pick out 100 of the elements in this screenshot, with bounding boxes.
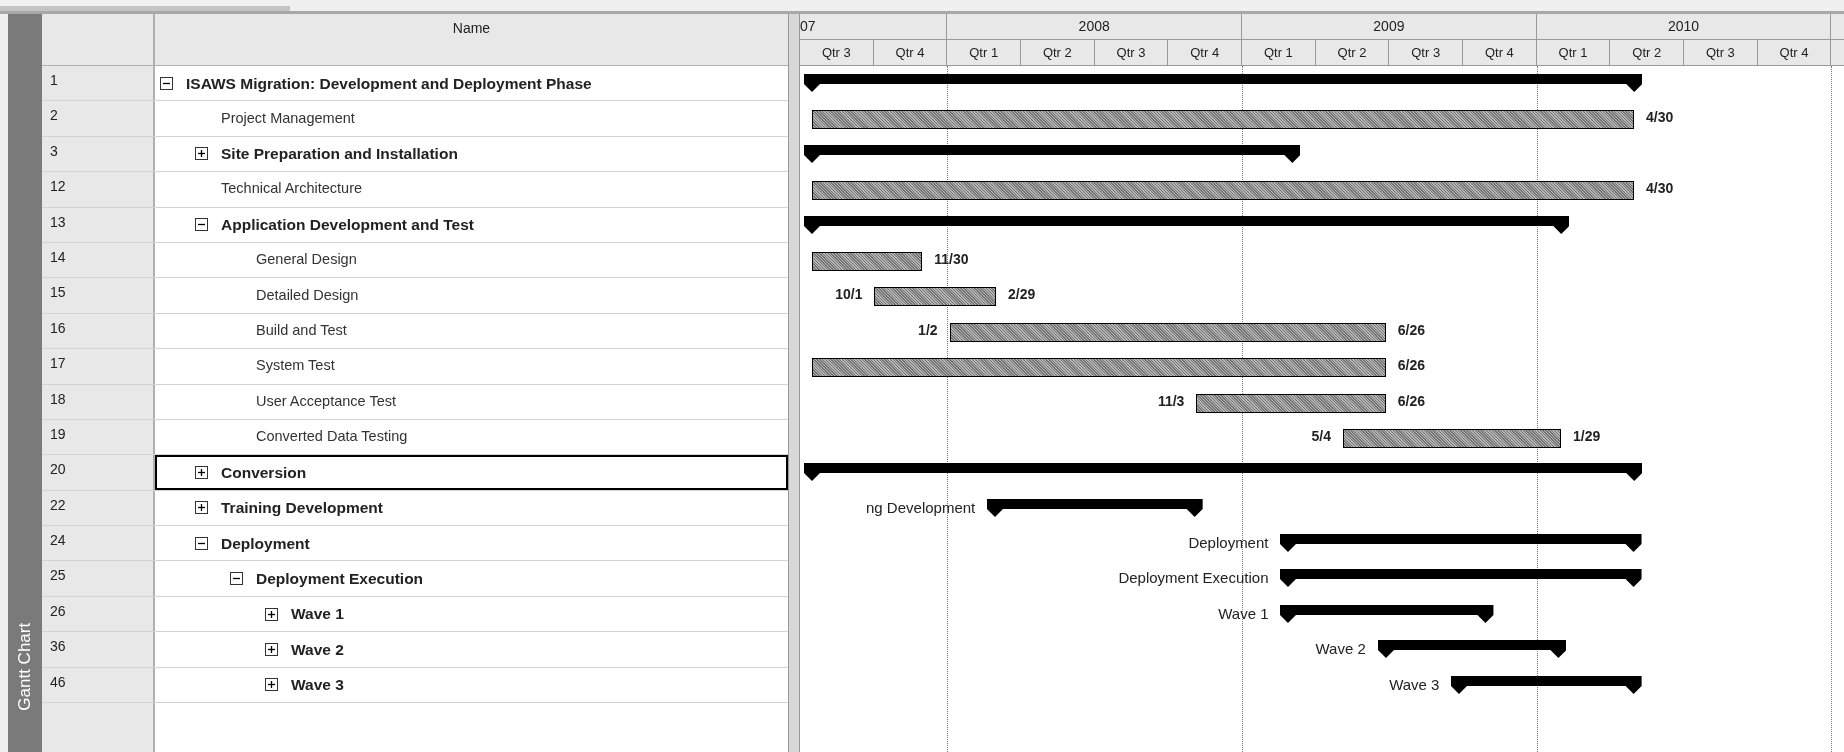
task-bar[interactable] bbox=[811, 251, 923, 271]
task-name-cell[interactable]: Training Development bbox=[155, 490, 788, 526]
row-id[interactable]: 19 bbox=[42, 419, 155, 455]
year-header: 2010 bbox=[1536, 14, 1832, 39]
expand-icon[interactable] bbox=[265, 607, 278, 621]
row-id[interactable]: 14 bbox=[42, 242, 155, 278]
task-name: Wave 1 bbox=[291, 604, 344, 625]
row-id[interactable]: 16 bbox=[42, 313, 155, 349]
collapse-icon[interactable] bbox=[230, 572, 243, 586]
task-bar[interactable] bbox=[949, 322, 1386, 342]
task-bar[interactable] bbox=[811, 110, 1634, 130]
task-name: Conversion bbox=[221, 462, 307, 483]
finish-date-label: 6/26 bbox=[1397, 356, 1425, 376]
row-id[interactable]: 18 bbox=[42, 384, 155, 419]
task-name-cell[interactable]: Wave 3 bbox=[155, 667, 788, 703]
quarter-header: Qtr 1 bbox=[1536, 39, 1611, 65]
task-name: Deployment Execution bbox=[256, 569, 424, 590]
quarter-header: Qtr 2 bbox=[1021, 39, 1095, 65]
row-id[interactable]: 24 bbox=[42, 526, 155, 561]
task-name-cell[interactable]: Detailed Design bbox=[155, 278, 788, 313]
task-bar[interactable] bbox=[811, 181, 1634, 201]
task-name: Deployment bbox=[221, 533, 310, 554]
quarter-header: Qtr 4 bbox=[1168, 39, 1243, 65]
task-name: Build and Test bbox=[256, 321, 347, 341]
collapse-icon[interactable] bbox=[195, 218, 208, 232]
row-id[interactable]: 20 bbox=[42, 455, 155, 490]
task-name-cell[interactable]: Project Management bbox=[155, 101, 788, 136]
task-name-cell[interactable]: ISAWS Migration: Development and Deployment Phase bbox=[155, 66, 788, 101]
bar-name-label: Wave 3 bbox=[1389, 674, 1440, 695]
task-name-cell[interactable]: Build and Test bbox=[155, 313, 788, 349]
task-name-cell[interactable]: Conversion bbox=[155, 455, 788, 490]
row-id[interactable]: 46 bbox=[42, 667, 155, 703]
expand-icon[interactable] bbox=[195, 466, 208, 479]
row-id[interactable]: 22 bbox=[42, 490, 155, 526]
column-header[interactable]: Name bbox=[155, 14, 788, 65]
view-bar[interactable]: Gantt Chart bbox=[8, 14, 42, 752]
row-id[interactable]: 25 bbox=[42, 561, 155, 596]
bar-name-label: Deployment bbox=[1188, 533, 1269, 554]
task-name-cell[interactable]: Wave 1 bbox=[155, 596, 788, 632]
finish-date-label: 2/29 bbox=[1007, 285, 1036, 305]
year-header: 2009 bbox=[1242, 14, 1537, 39]
row-id[interactable]: 15 bbox=[42, 278, 155, 313]
bar-name-label: Wave 1 bbox=[1218, 603, 1269, 624]
expand-icon[interactable] bbox=[265, 642, 278, 656]
task-name: Training Development bbox=[221, 498, 383, 519]
task-bar[interactable] bbox=[874, 287, 996, 307]
finish-date-label: 11/30 bbox=[934, 249, 969, 269]
row-id[interactable]: 2 bbox=[42, 101, 155, 136]
bar-name-label: ng Development bbox=[866, 497, 976, 518]
quarter-header: Qtr 4 bbox=[1463, 39, 1537, 65]
collapse-icon[interactable] bbox=[160, 76, 173, 90]
row-id[interactable]: 12 bbox=[42, 172, 155, 207]
task-name-cell[interactable]: Deployment bbox=[155, 526, 788, 561]
expand-icon[interactable] bbox=[265, 678, 278, 692]
summary-bar[interactable] bbox=[1377, 640, 1567, 659]
task-name: User Acceptance Test bbox=[256, 391, 396, 411]
summary-bar[interactable] bbox=[1280, 569, 1642, 588]
row-id[interactable]: 3 bbox=[42, 136, 155, 172]
bar-name-label: Wave 2 bbox=[1315, 639, 1366, 660]
quarter-header: Qtr 4 bbox=[873, 39, 948, 65]
task-bar[interactable] bbox=[811, 358, 1386, 378]
row-id[interactable]: 26 bbox=[42, 596, 155, 632]
task-name: Site Preparation and Installation bbox=[221, 144, 458, 165]
row-id[interactable]: 13 bbox=[42, 207, 155, 242]
summary-bar[interactable] bbox=[1280, 534, 1642, 553]
quarter-header: Qtr 1 bbox=[947, 39, 1021, 65]
row-id[interactable]: 36 bbox=[42, 632, 155, 667]
task-name-cell[interactable]: System Test bbox=[155, 349, 788, 384]
task-name-cell[interactable]: Converted Data Testing bbox=[155, 419, 788, 455]
year-header: 07 bbox=[800, 14, 948, 39]
year-header: 2008 bbox=[947, 14, 1243, 39]
quarter-header: Qtr 3 bbox=[1094, 39, 1169, 65]
summary-bar[interactable] bbox=[1451, 675, 1642, 694]
finish-date-label: 1/29 bbox=[1573, 426, 1601, 446]
summary-bar[interactable] bbox=[803, 144, 1301, 163]
summary-bar[interactable] bbox=[803, 215, 1570, 234]
expand-icon[interactable] bbox=[195, 147, 208, 161]
task-name-cell[interactable]: Site Preparation and Installation bbox=[155, 136, 788, 172]
expand-icon[interactable] bbox=[195, 501, 208, 515]
task-name: ISAWS Migration: Development and Deployment Phase bbox=[186, 73, 592, 94]
summary-bar[interactable] bbox=[1280, 604, 1494, 623]
summary-bar[interactable] bbox=[803, 74, 1642, 92]
task-name: General Design bbox=[256, 250, 357, 270]
quarter-header: Qtr 3 bbox=[1389, 39, 1464, 65]
collapse-icon[interactable] bbox=[195, 536, 208, 550]
task-name: Application Development and Test bbox=[221, 215, 474, 236]
summary-bar[interactable] bbox=[987, 498, 1203, 517]
task-name-cell[interactable]: General Design bbox=[155, 242, 788, 278]
quarter-header: Qtr 4 bbox=[1757, 39, 1832, 65]
task-bar[interactable] bbox=[1196, 393, 1386, 413]
task-name-cell[interactable]: Application Development and Test bbox=[155, 207, 788, 242]
task-name-cell[interactable]: User Acceptance Test bbox=[155, 384, 788, 419]
task-name-cell[interactable]: Deployment Execution bbox=[155, 561, 788, 596]
row-id[interactable]: 17 bbox=[42, 349, 155, 384]
task-bar[interactable] bbox=[1343, 428, 1562, 448]
task-name-cell[interactable]: Technical Architecture bbox=[155, 172, 788, 207]
summary-bar[interactable] bbox=[803, 463, 1642, 482]
task-name-cell[interactable]: Wave 2 bbox=[155, 632, 788, 667]
finish-date-label: 6/26 bbox=[1397, 320, 1425, 340]
row-id[interactable]: 1 bbox=[42, 66, 155, 101]
